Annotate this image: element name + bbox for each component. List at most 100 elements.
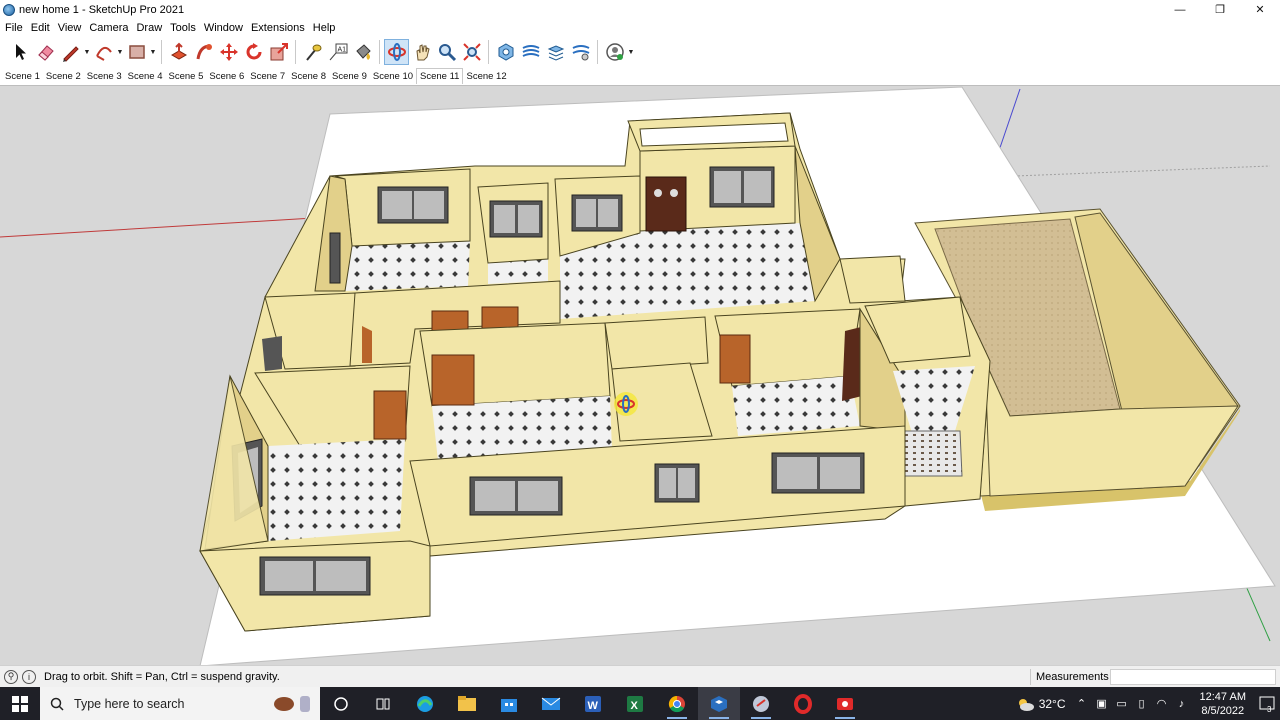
system-tray: 32°C ⌃ ▣ ▭ ▯ ◠ ♪ 12:47 AM 8/5/2022 3 (1013, 687, 1280, 720)
menu-camera[interactable]: Camera (88, 22, 133, 34)
notification-center-icon[interactable]: 3 (1254, 687, 1280, 720)
orbit-icon[interactable] (384, 39, 409, 65)
layout-icon[interactable] (740, 687, 782, 720)
arc-tools-dropdown[interactable]: ▼ (116, 39, 124, 65)
toolbar-separator (488, 40, 489, 64)
account-dropdown[interactable]: ▼ (627, 39, 635, 65)
tab-scene-9[interactable]: Scene 9 (329, 69, 370, 84)
tab-scene-1[interactable]: Scene 1 (2, 69, 43, 84)
sketchup-window: new home 1 - SketchUp Pro 2021 — ❐ ✕ Fil… (0, 0, 1280, 720)
chrome-icon[interactable] (656, 687, 698, 720)
meet-now-icon[interactable]: ▣ (1092, 687, 1112, 720)
clock-date: 8/5/2022 (1201, 704, 1245, 717)
follow-me-icon[interactable] (191, 39, 216, 65)
menu-draw[interactable]: Draw (135, 22, 167, 34)
notification-count: 3 (1267, 705, 1272, 713)
instructor-info-icon[interactable]: i (22, 669, 36, 684)
menu-help[interactable]: Help (312, 22, 341, 34)
tab-scene-4[interactable]: Scene 4 (125, 69, 166, 84)
wifi-icon[interactable]: ◠ (1152, 687, 1172, 720)
menu-view[interactable]: View (57, 22, 87, 34)
sketchup-icon[interactable] (698, 687, 740, 720)
battery-icon[interactable]: ▯ (1132, 687, 1152, 720)
pencil-line-icon[interactable] (58, 39, 83, 65)
taskbar-search[interactable]: Type here to search (40, 687, 320, 720)
rectangle-icon[interactable] (124, 39, 149, 65)
search-highlight-icon (270, 693, 314, 715)
mail-icon[interactable] (530, 687, 572, 720)
menu-window[interactable]: Window (203, 22, 248, 34)
select-icon[interactable] (8, 39, 33, 65)
edge-icon[interactable] (404, 687, 446, 720)
push-pull-icon[interactable] (166, 39, 191, 65)
text-icon[interactable]: A1 (325, 39, 350, 65)
maximize-button[interactable]: ❐ (1200, 0, 1240, 19)
menu-extensions[interactable]: Extensions (250, 22, 310, 34)
status-bar: ⚲ i Drag to orbit. Shift = Pan, Ctrl = s… (0, 665, 1280, 687)
measurements-input[interactable] (1110, 669, 1276, 685)
tab-scene-8[interactable]: Scene 8 (288, 69, 329, 84)
tab-scene-5[interactable]: Scene 5 (166, 69, 207, 84)
measurements-label: Measurements (1030, 669, 1109, 685)
shape-tools-dropdown[interactable]: ▼ (149, 39, 157, 65)
start-button[interactable] (0, 687, 40, 720)
menu-tools[interactable]: Tools (169, 22, 201, 34)
cortana-icon[interactable] (320, 687, 362, 720)
tab-scene-2[interactable]: Scene 2 (43, 69, 84, 84)
tab-scene-11[interactable]: Scene 11 (416, 68, 464, 84)
tab-scene-7[interactable]: Scene 7 (247, 69, 288, 84)
eraser-icon[interactable] (33, 39, 58, 65)
tags-icon[interactable] (568, 39, 593, 65)
excel-icon[interactable]: X (614, 687, 656, 720)
svg-text:X: X (631, 700, 639, 712)
outliner-icon[interactable] (543, 39, 568, 65)
tab-scene-3[interactable]: Scene 3 (84, 69, 125, 84)
sandbox-icon[interactable] (493, 39, 518, 65)
zoom-icon[interactable] (434, 39, 459, 65)
word-icon[interactable]: W (572, 687, 614, 720)
zoom-extents-icon[interactable] (459, 39, 484, 65)
arc-icon[interactable] (91, 39, 116, 65)
model-viewport[interactable] (0, 85, 1280, 665)
store-icon[interactable] (488, 687, 530, 720)
close-button[interactable]: ✕ (1240, 0, 1280, 19)
system-clock[interactable]: 12:47 AM 8/5/2022 (1200, 690, 1246, 718)
temperature: 32°C (1038, 696, 1066, 711)
search-icon (50, 697, 64, 711)
toolbar-separator (161, 40, 162, 64)
weather-icon[interactable] (1013, 687, 1037, 720)
minimize-button[interactable]: — (1160, 0, 1200, 19)
file-explorer-icon[interactable] (446, 687, 488, 720)
status-hint: Drag to orbit. Shift = Pan, Ctrl = suspe… (44, 670, 280, 683)
search-placeholder: Type here to search (74, 696, 185, 711)
menu-file[interactable]: File (4, 22, 28, 34)
geo-location-icon[interactable]: ⚲ (4, 669, 18, 684)
screen-recorder-icon[interactable] (824, 687, 866, 720)
tab-scene-12[interactable]: Scene 12 (463, 69, 509, 84)
paint-bucket-icon[interactable] (350, 39, 375, 65)
scene-tabs: Scene 1 Scene 2 Scene 3 Scene 4 Scene 5 … (0, 67, 1280, 84)
opera-icon[interactable] (782, 687, 824, 720)
house-model-drawing[interactable] (0, 86, 1280, 665)
scale-icon[interactable] (266, 39, 291, 65)
task-view-icon[interactable] (362, 687, 404, 720)
chevron-up-icon[interactable]: ⌃ (1072, 687, 1092, 720)
tab-scene-10[interactable]: Scene 10 (370, 69, 416, 84)
line-tools-dropdown[interactable]: ▼ (83, 39, 91, 65)
volume-icon[interactable]: ♪ (1172, 687, 1192, 720)
menu-bar: File Edit View Camera Draw Tools Window … (0, 19, 1280, 37)
rotate-icon[interactable] (241, 39, 266, 65)
tape-measure-icon[interactable] (300, 39, 325, 65)
network-ethernet-icon[interactable]: ▭ (1112, 687, 1132, 720)
title-bar: new home 1 - SketchUp Pro 2021 — ❐ ✕ (0, 0, 1280, 19)
toolbar-separator (379, 40, 380, 64)
tab-scene-6[interactable]: Scene 6 (206, 69, 247, 84)
layers-icon[interactable] (518, 39, 543, 65)
windows-logo-icon (12, 695, 28, 712)
move-icon[interactable] (216, 39, 241, 65)
account-icon[interactable] (602, 39, 627, 65)
pan-icon[interactable] (409, 39, 434, 65)
menu-edit[interactable]: Edit (30, 22, 55, 34)
windows-taskbar: Type here to search W X 32°C ⌃ ▣ ▭ ▯ ◠ ♪… (0, 687, 1280, 720)
window-controls: — ❐ ✕ (1160, 0, 1280, 19)
